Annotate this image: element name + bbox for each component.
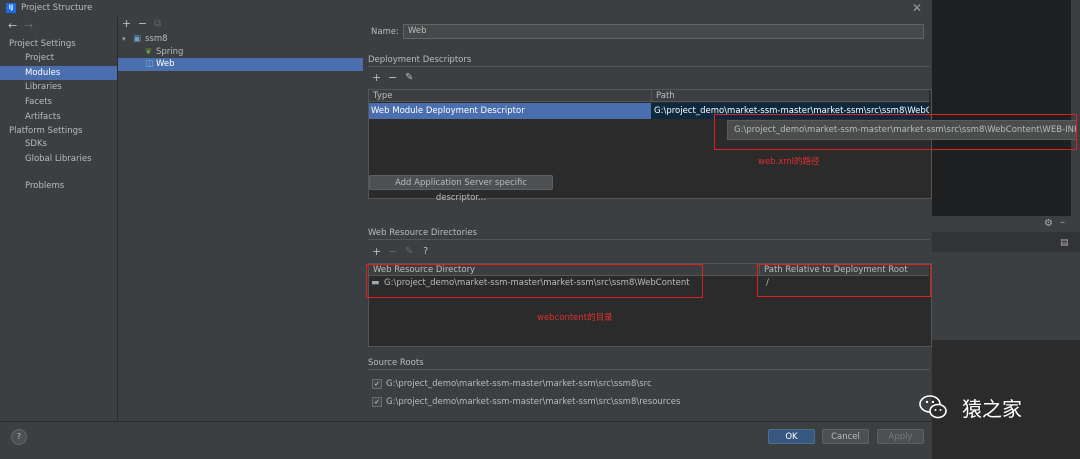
tree-item-ssm8[interactable]: ssm8 [145,33,168,46]
deployment-descriptors-heading: Deployment Descriptors [368,55,472,65]
annotation-box-webcontent [366,264,703,298]
chevron-down-icon[interactable]: ▾ [122,33,126,46]
help-button[interactable]: ? [11,429,27,445]
window-title: Project Structure [21,3,93,13]
copy-icon[interactable]: ⧉ [154,19,161,29]
divider [368,66,930,67]
source-root-label: G:\project_demo\market-ssm-master\market… [386,397,681,407]
edit-pencil-icon[interactable]: ✎ [405,247,413,257]
module-tree-pane [117,17,366,421]
help-question-icon[interactable]: ? [423,247,428,257]
watermark-text: 猿之家 [962,397,1022,421]
remove-icon[interactable]: − [138,18,147,29]
column-header-type[interactable]: Type [369,90,651,102]
gear-icon[interactable]: ⚙ [1044,218,1053,229]
forward-arrow-icon[interactable]: → [24,19,33,32]
add-server-descriptor-button[interactable]: Add Application Server specific descript… [369,175,553,203]
background-panel-row [932,232,1080,252]
apply-button[interactable]: Apply [877,429,924,444]
edit-pencil-icon[interactable]: ✎ [405,73,413,83]
cancel-button[interactable]: Cancel [822,429,869,444]
background-panel-bar [932,216,1080,232]
column-header-path[interactable]: Path [651,90,929,102]
annotation-webxml: web.xml的路径 [758,157,820,167]
name-label: Name: [371,27,399,37]
annotation-webcontent: webcontent的目录 [537,313,613,323]
web-facet-icon: ◫ [145,59,154,69]
background-side-strip [1071,0,1080,216]
table-cell-type[interactable]: Web Module Deployment Descriptor [369,103,651,119]
back-arrow-icon[interactable]: ← [8,19,17,32]
facet-settings-pane [365,17,932,421]
intellij-logo-icon: IJ [6,3,16,13]
divider [368,369,930,370]
wechat-icon [919,395,947,419]
name-field[interactable]: Web [403,24,924,39]
close-icon[interactable]: ✕ [912,1,922,15]
background-panel [932,252,1080,340]
tree-selection [118,58,363,71]
background-editor [932,0,1080,216]
source-root-label: G:\project_demo\market-ssm-master\market… [386,379,652,389]
nav-section-platform-settings: Platform Settings [9,126,83,136]
divider [368,239,930,240]
remove-icon[interactable]: − [388,72,397,83]
layout-icon[interactable]: ▤ [1060,238,1069,248]
source-roots-heading: Source Roots [368,358,424,368]
remove-icon[interactable]: − [388,246,397,257]
ok-button[interactable]: OK [768,429,815,444]
source-root-checkbox[interactable]: ✓ [372,397,382,407]
source-root-checkbox[interactable]: ✓ [372,379,382,389]
minimize-icon[interactable]: – [1060,217,1065,228]
add-icon[interactable]: + [122,18,131,29]
web-resource-directories-heading: Web Resource Directories [368,228,478,238]
add-icon[interactable]: + [372,72,381,83]
nav-section-project-settings: Project Settings [9,39,76,49]
title-bar [0,0,932,17]
annotation-box-relative-path [757,264,931,297]
tree-item-web[interactable]: Web [156,58,175,71]
annotation-box-webxml [714,114,1077,150]
add-icon[interactable]: + [372,246,381,257]
module-folder-icon: ▣ [133,34,142,44]
